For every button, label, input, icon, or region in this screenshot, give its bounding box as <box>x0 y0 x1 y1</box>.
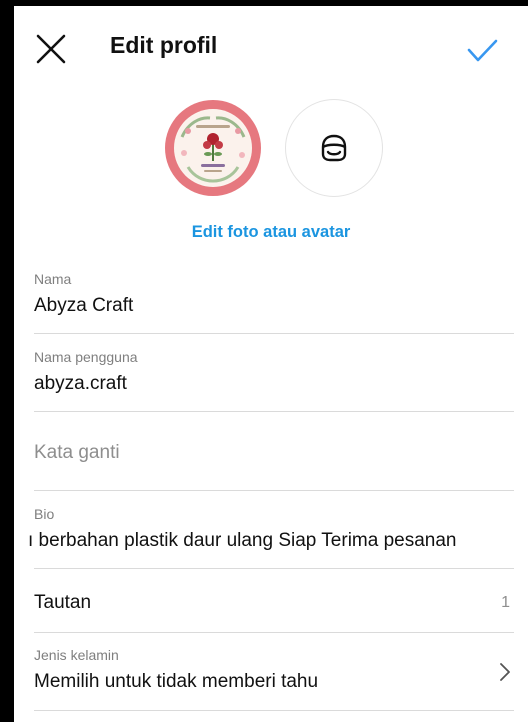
divider <box>34 490 514 491</box>
top-bar: Edit profil <box>14 6 528 88</box>
edit-photo-link[interactable]: Edit foto atau avatar <box>14 223 528 242</box>
bio-input[interactable]: ı berbahan plastik daur ulang Siap Terim… <box>28 530 518 552</box>
gender-label: Jenis kelamin <box>34 647 119 663</box>
gender-field[interactable]: Jenis kelamin Memilih untuk tidak member… <box>34 647 514 693</box>
links-count: 1 <box>501 594 510 611</box>
divider <box>34 333 514 334</box>
avatar-button[interactable] <box>285 99 383 197</box>
checkmark-icon <box>467 39 498 62</box>
name-field[interactable]: Nama Abyza Craft <box>34 271 514 317</box>
gender-value[interactable]: Memilih untuk tidak memberi tahu <box>34 671 514 693</box>
username-field[interactable]: Nama pengguna abyza.craft <box>34 349 514 395</box>
divider <box>34 710 514 711</box>
bio-field[interactable]: Bio ı berbahan plastik daur ulang Siap T… <box>28 506 518 552</box>
chevron-right-icon <box>500 663 510 681</box>
profile-photo-image <box>174 109 252 187</box>
username-label: Nama pengguna <box>34 349 138 365</box>
divider <box>34 568 514 569</box>
close-button[interactable] <box>32 30 70 68</box>
close-icon <box>36 34 66 64</box>
name-label: Nama <box>34 271 72 287</box>
pronouns-input[interactable]: Kata ganti <box>34 442 120 464</box>
profile-photo[interactable] <box>165 100 261 196</box>
edit-profile-screen: Edit profil Edit foto atau avatar Nama A… <box>14 6 528 722</box>
avatar-face-icon <box>321 134 347 162</box>
save-button[interactable] <box>462 30 502 70</box>
username-input[interactable]: abyza.craft <box>34 373 514 395</box>
divider <box>34 411 514 412</box>
links-label[interactable]: Tautan <box>34 592 91 614</box>
name-input[interactable]: Abyza Craft <box>34 295 514 317</box>
bio-label: Bio <box>34 506 55 522</box>
page-title: Edit profil <box>110 32 218 58</box>
divider <box>34 632 514 633</box>
